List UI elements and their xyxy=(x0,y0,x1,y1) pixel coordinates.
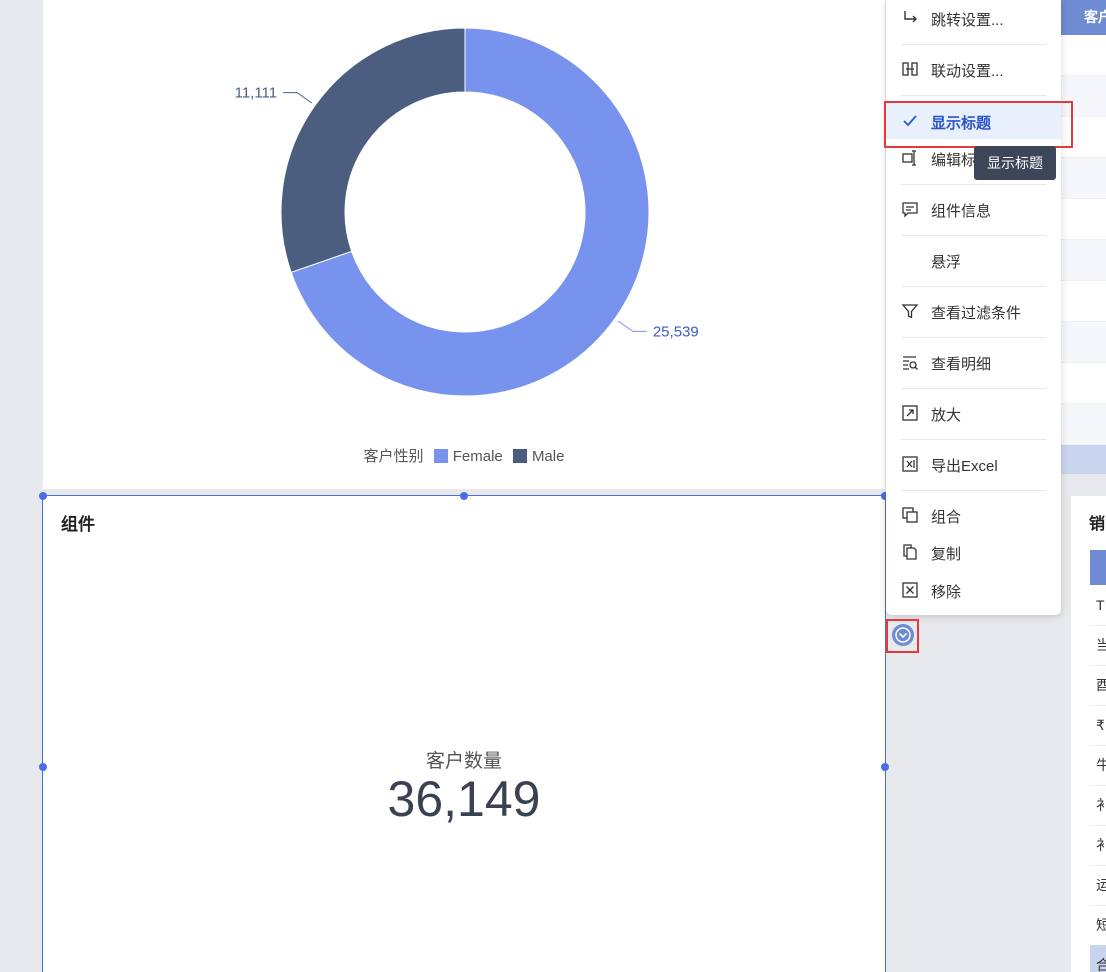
table-cell[interactable]: ₹ xyxy=(1090,705,1106,746)
menu-divider xyxy=(901,439,1046,440)
donut-chart[interactable]: 25,539 11,111 xyxy=(43,0,885,440)
table-cell[interactable]: T xyxy=(1090,585,1106,626)
donut-chart-card[interactable]: 25,539 11,111 客户性别 Female Male xyxy=(43,0,885,489)
table-row[interactable] xyxy=(1060,404,1106,445)
menu-item-view-detail[interactable]: 查看明细 xyxy=(886,344,1061,380)
menu-item-label: 查看过滤条件 xyxy=(931,305,1022,322)
table-cell[interactable]: 衤 xyxy=(1090,825,1106,866)
table-row[interactable] xyxy=(1060,240,1106,281)
table-cell[interactable]: 合 xyxy=(1090,945,1106,972)
menu-toggle-button[interactable] xyxy=(886,619,919,653)
menu-item-label: 复制 xyxy=(931,546,962,563)
link-icon xyxy=(902,62,918,76)
label-leader-line xyxy=(617,320,647,332)
table-row[interactable] xyxy=(1060,35,1106,76)
menu-divider xyxy=(901,95,1046,96)
component-title: 组件 xyxy=(61,515,95,534)
menu-item-float[interactable]: 悬浮 xyxy=(886,242,1061,278)
chart-legend: 客户性别 Female Male xyxy=(43,445,885,466)
background-table: 客户 xyxy=(1060,0,1106,474)
table-cell[interactable]: 当 xyxy=(1090,625,1106,666)
copy-icon xyxy=(903,544,917,560)
highlight-box-show-title xyxy=(884,101,1073,148)
legend-item-male[interactable]: Male xyxy=(512,448,565,465)
table-row-total[interactable] xyxy=(1060,445,1106,474)
menu-item-label: 跳转设置... xyxy=(931,12,1004,29)
sales-table-header xyxy=(1090,550,1106,585)
menu-item-label: 放大 xyxy=(931,407,962,424)
menu-item-label: 移除 xyxy=(931,584,962,601)
menu-divider xyxy=(901,235,1046,236)
kpi-label: 客户数量 xyxy=(425,751,502,772)
menu-item-label: 编辑标 xyxy=(931,152,977,169)
menu-item-copy[interactable]: 复制 xyxy=(886,534,1061,570)
tooltip: 显示标题 xyxy=(974,146,1056,180)
excel-icon xyxy=(902,456,918,472)
menu-item-label: 导出Excel xyxy=(931,458,998,475)
kpi-value: 36,149 xyxy=(387,771,541,827)
menu-item-export-excel[interactable]: 导出Excel xyxy=(886,446,1061,482)
menu-item-component-info[interactable]: 组件信息 xyxy=(886,191,1061,227)
edit-title-icon xyxy=(902,150,916,166)
menu-divider xyxy=(901,286,1046,287)
table-row[interactable] xyxy=(1060,363,1106,404)
kpi-component-card[interactable]: 组件 客户数量 36,149 xyxy=(39,492,889,972)
menu-item-group[interactable]: 组合 xyxy=(886,497,1061,533)
redirect-icon xyxy=(904,11,917,23)
resize-handle-top-left[interactable] xyxy=(39,492,47,500)
table-header: 客户 xyxy=(1060,0,1106,35)
menu-divider xyxy=(901,184,1046,185)
table-row[interactable] xyxy=(1060,199,1106,240)
menu-item-link-settings[interactable]: 联动设置... xyxy=(886,51,1061,87)
remove-icon xyxy=(902,582,918,598)
expand-icon xyxy=(902,405,918,421)
menu-item-label: 悬浮 xyxy=(931,254,962,271)
menu-item-label: 查看明细 xyxy=(931,356,992,373)
filter-icon xyxy=(901,304,919,319)
legend-title: 客户性别 xyxy=(363,448,424,465)
legend-swatch-male xyxy=(512,449,527,463)
sales-table-card: 销 T 当 酉 ₹ 牛 衤 衤 运 短 合 xyxy=(1071,496,1106,972)
table-cell[interactable]: 牛 xyxy=(1090,745,1106,786)
context-menu: 跳转设置... 联动设置... 显示标题 编辑标 组件信息 悬浮 查看过滤条件 … xyxy=(886,0,1061,615)
table-cell[interactable]: 运 xyxy=(1090,865,1106,906)
menu-item-remove[interactable]: 移除 xyxy=(886,572,1061,608)
table-cell[interactable]: 酉 xyxy=(1090,665,1106,706)
legend-item-female[interactable]: Female xyxy=(433,448,503,465)
table-row[interactable] xyxy=(1060,158,1106,199)
legend-label-female: Female xyxy=(452,448,503,465)
legend-swatch-female xyxy=(433,449,448,463)
table-row[interactable] xyxy=(1060,281,1106,322)
data-label-male: 11,111 xyxy=(235,85,278,102)
resize-handle-left[interactable] xyxy=(39,763,47,771)
menu-item-zoom[interactable]: 放大 xyxy=(886,395,1061,431)
donut-slice-male[interactable] xyxy=(280,27,466,273)
menu-item-redirect-settings[interactable]: 跳转设置... xyxy=(886,0,1061,36)
table-row[interactable] xyxy=(1060,322,1106,363)
menu-divider xyxy=(901,44,1046,45)
menu-item-label: 组合 xyxy=(931,509,962,526)
group-icon xyxy=(902,507,918,523)
label-leader-line xyxy=(283,92,313,104)
menu-divider xyxy=(901,337,1046,338)
sales-card-title: 销 xyxy=(1089,516,1106,533)
menu-item-view-filter[interactable]: 查看过滤条件 xyxy=(886,293,1061,329)
data-label-female: 25,539 xyxy=(653,323,699,340)
table-cell[interactable]: 短 xyxy=(1090,905,1106,946)
detail-icon xyxy=(903,356,918,370)
resize-handle-right[interactable] xyxy=(881,763,889,771)
menu-divider xyxy=(901,490,1046,491)
comment-icon xyxy=(902,202,918,218)
menu-divider xyxy=(901,388,1046,389)
menu-item-label: 组件信息 xyxy=(931,203,992,220)
resize-handle-top[interactable] xyxy=(460,492,468,500)
legend-label-male: Male xyxy=(531,448,565,465)
chevron-down-circle-icon xyxy=(892,624,914,646)
menu-item-label: 联动设置... xyxy=(931,63,1004,80)
table-cell[interactable]: 衤 xyxy=(1090,785,1106,826)
